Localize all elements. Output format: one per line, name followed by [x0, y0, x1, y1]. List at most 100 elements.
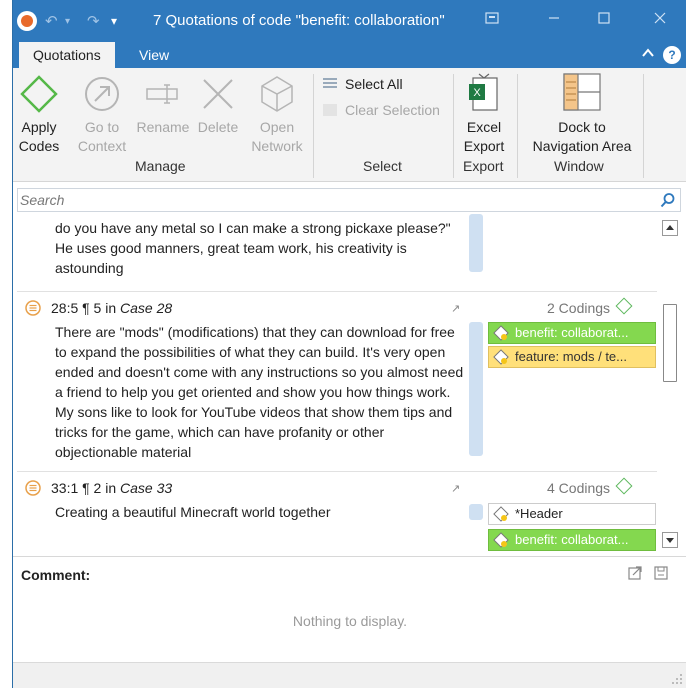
excel-export-button[interactable]: X Excel Export — [461, 72, 507, 156]
minimize-icon[interactable] — [543, 10, 565, 32]
select-all-button[interactable]: Select All — [323, 76, 403, 92]
apply-codes-label-1: Apply — [21, 119, 57, 135]
code-tag[interactable]: *Header — [488, 503, 656, 525]
help-icon[interactable]: ? — [663, 46, 681, 64]
quotation-list: do you have any metal so I can make a st… — [17, 214, 657, 554]
quotation-text: do you have any metal so I can make a st… — [55, 220, 451, 276]
tab-quotations[interactable]: Quotations — [19, 42, 115, 68]
open-network-label-1: Open — [259, 119, 295, 135]
code-tag-label: benefit: collaborat... — [515, 532, 629, 547]
scrollbar[interactable] — [659, 214, 681, 554]
window-title: 7 Quotations of code "benefit: collabora… — [153, 12, 445, 29]
open-quotation-icon[interactable]: ↗ — [451, 482, 460, 495]
close-icon[interactable] — [649, 10, 671, 32]
code-icon — [493, 506, 509, 522]
app-logo-icon[interactable] — [17, 11, 37, 31]
redo-icon[interactable]: ↷ — [87, 12, 100, 30]
comment-empty-text: Nothing to display. — [292, 613, 408, 629]
clear-selection-icon — [323, 104, 337, 116]
restore-layout-icon[interactable] — [481, 10, 503, 32]
delete-label: Delete — [197, 119, 239, 135]
group-label-manage: Manage — [135, 158, 186, 174]
group-label-export: Export — [463, 158, 504, 174]
go-to-context-button[interactable]: Go to Context — [77, 74, 127, 156]
quotation-case: Case 33 — [120, 480, 173, 496]
scroll-up-button[interactable] — [662, 220, 678, 236]
comment-panel: Comment: Nothing to display. — [13, 556, 686, 662]
undo-dropdown-icon[interactable]: ▾ — [65, 16, 70, 27]
excel-icon: X — [469, 73, 498, 111]
excel-label-2: Export — [463, 138, 505, 154]
dock-to-navigation-button[interactable]: Dock to Navigation Area — [529, 72, 635, 156]
quotation-text: There are "mods" (modifications) that th… — [55, 324, 464, 460]
apply-codes-label-2: Codes — [18, 138, 60, 154]
scroll-thumb[interactable] — [663, 304, 677, 382]
network-icon — [261, 76, 293, 112]
rename-button[interactable]: Rename — [135, 74, 191, 137]
quotation-reference: 28:5 ¶ 5 in — [51, 300, 121, 316]
quotation-text: Creating a beautiful Minecraft world tog… — [55, 504, 331, 520]
code-tag[interactable]: feature: mods / te... — [488, 346, 656, 368]
select-all-label: Select All — [345, 76, 403, 92]
quotations-window: ↶ ▾ ↷ ▾ 7 Quotations of code "benefit: c… — [12, 0, 686, 688]
title-bar: ↶ ▾ ↷ ▾ 7 Quotations of code "benefit: c… — [13, 0, 686, 42]
open-network-label-2: Network — [251, 138, 303, 154]
scroll-down-button[interactable] — [662, 532, 678, 548]
group-label-window: Window — [554, 158, 604, 174]
resize-grip-icon[interactable] — [671, 673, 683, 685]
ribbon-separator — [643, 74, 644, 178]
code-tag[interactable]: benefit: collaborat... — [488, 322, 656, 344]
search-icon[interactable] — [660, 192, 676, 208]
delete-button[interactable]: Delete — [193, 74, 243, 137]
ribbon: Apply Codes Go to Context Rename Delete … — [13, 68, 686, 182]
quotation-row[interactable]: 28:5 ¶ 5 in Case 28 ↗ There are "mods" (… — [17, 292, 657, 472]
tab-view[interactable]: View — [125, 42, 183, 68]
ribbon-separator — [517, 74, 518, 178]
clear-selection-button[interactable]: Clear Selection — [323, 102, 440, 118]
quotation-margin-bar — [469, 322, 483, 456]
text-quotation-icon — [25, 480, 41, 496]
quotation-header: 28:5 ¶ 5 in Case 28 — [25, 300, 172, 316]
quick-access-dropdown-icon[interactable]: ▾ — [111, 14, 117, 28]
go-to-label-1: Go to — [84, 119, 120, 135]
quotation-margin-bar — [469, 214, 483, 272]
code-tag-label: *Header — [515, 506, 563, 521]
rename-label: Rename — [136, 119, 190, 135]
maximize-icon[interactable] — [593, 10, 615, 32]
search-box — [17, 188, 681, 212]
open-editor-icon[interactable] — [627, 565, 643, 581]
ribbon-tabs: Quotations View ? — [13, 42, 686, 68]
quotation-reference: 33:1 ¶ 2 in — [51, 480, 121, 496]
svg-text:X: X — [473, 87, 481, 99]
codings-count-label: 2 Codings — [547, 300, 611, 316]
code-icon — [493, 325, 509, 341]
group-label-select: Select — [363, 158, 402, 174]
codings-count-label: 4 Codings — [547, 480, 611, 496]
codings-count[interactable]: 2 Codings — [547, 297, 633, 316]
code-icon — [493, 532, 509, 548]
delete-icon — [203, 79, 233, 109]
apply-codes-button[interactable]: Apply Codes — [17, 74, 61, 156]
search-input[interactable] — [20, 191, 650, 209]
diamond-icon — [615, 297, 633, 315]
text-quotation-icon — [25, 300, 41, 316]
dock-label-1: Dock to — [558, 119, 606, 135]
quotation-row[interactable]: 33:1 ¶ 2 in Case 33 ↗ Creating a beautif… — [17, 472, 657, 554]
collapse-ribbon-icon[interactable] — [639, 46, 657, 64]
save-comment-icon[interactable] — [653, 565, 669, 581]
ribbon-separator — [453, 74, 454, 178]
excel-label-1: Excel — [466, 119, 502, 135]
code-tag-label: benefit: collaborat... — [515, 325, 629, 340]
open-quotation-icon[interactable]: ↗ — [451, 302, 460, 315]
status-bar — [13, 662, 686, 688]
diamond-icon — [20, 75, 58, 113]
code-tag[interactable]: benefit: collaborat... — [488, 529, 656, 551]
undo-icon[interactable]: ↶ — [45, 12, 58, 30]
quotation-margin-bar — [469, 504, 483, 520]
quotation-row[interactable]: do you have any metal so I can make a st… — [17, 214, 657, 292]
dock-label-2: Navigation Area — [532, 138, 632, 154]
open-network-button[interactable]: Open Network — [249, 74, 305, 156]
dock-icon — [563, 73, 601, 111]
codings-count[interactable]: 4 Codings — [547, 477, 633, 496]
go-to-context-icon — [85, 77, 119, 111]
